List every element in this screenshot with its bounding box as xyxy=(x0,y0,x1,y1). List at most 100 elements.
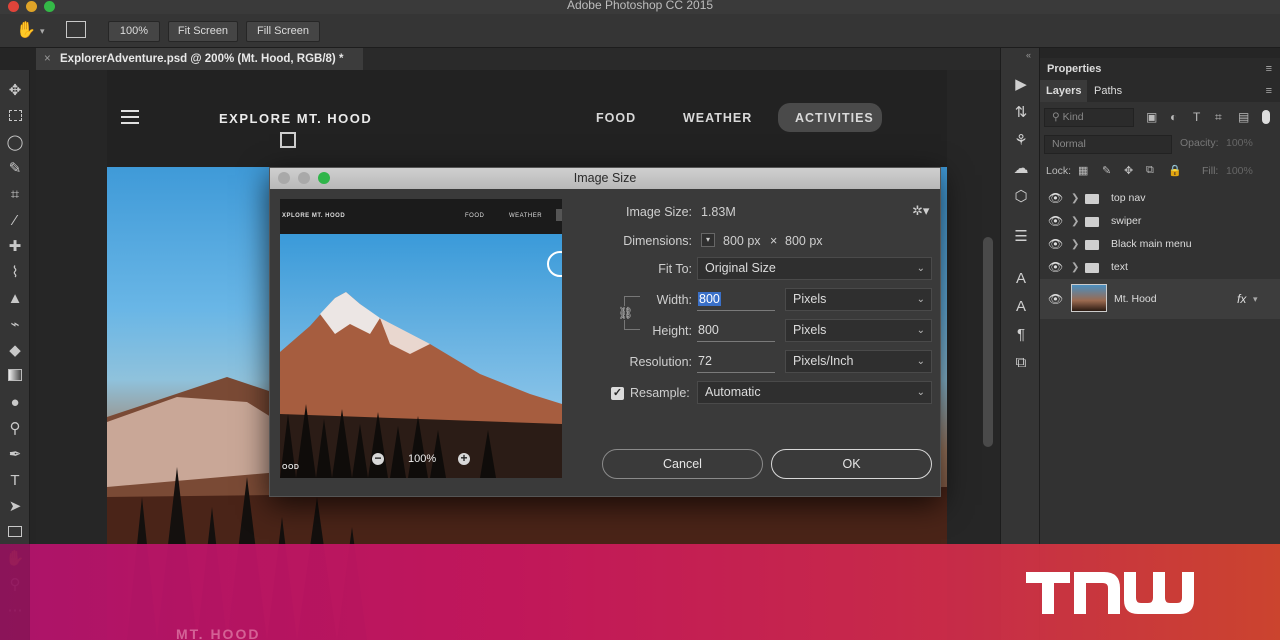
close-window-button[interactable] xyxy=(8,1,19,12)
lock-transparent-icon[interactable]: ▦ xyxy=(1078,164,1088,177)
eye-icon[interactable]: 👁 xyxy=(1048,233,1063,256)
dodge-tool-icon[interactable]: ⚲ xyxy=(4,418,26,440)
dialog-minimize-button[interactable] xyxy=(298,172,310,184)
properties-header[interactable]: Properties ≡ xyxy=(1040,58,1280,80)
resolution-unit-select[interactable]: Pixels/Inch ⌄ xyxy=(785,350,932,373)
pen-tool-icon[interactable]: ✒ xyxy=(4,444,26,466)
chevron-right-icon[interactable]: ❯ xyxy=(1071,210,1079,233)
eyedropper-tool-icon[interactable]: ⁄ xyxy=(4,210,26,232)
fill-screen-button[interactable]: Fill Screen xyxy=(246,21,320,42)
3d-icon[interactable]: ⬡ xyxy=(1010,186,1032,208)
history-icon[interactable]: ⇅ xyxy=(1010,102,1032,124)
dimensions-unit-dropdown-icon[interactable]: ▾ xyxy=(701,233,715,247)
play-action-icon[interactable]: ▶ xyxy=(1010,74,1032,96)
crop-tool-icon[interactable]: ⌗ xyxy=(4,184,26,206)
height-input[interactable]: 800 xyxy=(697,319,775,342)
filter-smart-object-icon[interactable]: ▤ xyxy=(1238,110,1249,124)
chevron-right-icon[interactable]: ❯ xyxy=(1071,233,1079,256)
eye-icon[interactable]: 👁 xyxy=(1048,187,1063,210)
tab-layers[interactable]: Layers xyxy=(1040,80,1088,102)
layer-row[interactable]: 👁 ❯ swiper xyxy=(1040,210,1280,233)
scroll-all-windows-icon[interactable] xyxy=(66,21,86,38)
brush-presets-icon[interactable]: ⚘ xyxy=(1010,130,1032,152)
eraser-tool-icon[interactable]: ◆ xyxy=(4,340,26,362)
filter-type-icon[interactable]: T xyxy=(1193,110,1200,124)
blur-tool-icon[interactable]: ● xyxy=(4,392,26,414)
brush-tool-icon[interactable]: ⌇ xyxy=(4,262,26,284)
chevron-down-icon[interactable]: ▾ xyxy=(40,26,45,37)
chevron-right-icon[interactable]: ❯ xyxy=(1071,256,1079,279)
width-unit-select[interactable]: Pixels ⌄ xyxy=(785,288,932,311)
lock-image-icon[interactable]: ✎ xyxy=(1102,164,1111,177)
link-constrain-icon[interactable]: ⛓ xyxy=(618,306,633,320)
marquee-tool-icon[interactable] xyxy=(4,106,26,128)
gear-icon[interactable]: ✲▾ xyxy=(912,203,929,219)
layer-row[interactable]: 👁 ❯ top nav xyxy=(1040,187,1280,210)
character-icon[interactable]: A xyxy=(1010,268,1032,290)
chevron-down-icon[interactable]: ▾ xyxy=(1253,279,1258,319)
fill-value[interactable]: 100% xyxy=(1226,165,1253,177)
dialog-zoom-button[interactable] xyxy=(318,172,330,184)
filter-adjustment-icon[interactable]: ◐ xyxy=(1170,110,1177,124)
libraries-icon[interactable]: ☁ xyxy=(1010,158,1032,180)
layer-row[interactable]: 👁 ❯ Black main menu xyxy=(1040,233,1280,256)
zoom-in-icon[interactable]: + xyxy=(458,452,470,465)
character-styles-icon[interactable]: A xyxy=(1010,296,1032,318)
chevron-right-icon[interactable]: ❯ xyxy=(1071,187,1079,210)
tab-paths[interactable]: Paths xyxy=(1088,80,1128,102)
eye-icon[interactable]: 👁 xyxy=(1048,256,1063,279)
tnw-logo-icon[interactable] xyxy=(1026,568,1198,614)
glyphs-icon[interactable]: ⧉ xyxy=(1010,352,1032,374)
lasso-tool-icon[interactable]: ◯ xyxy=(4,132,26,154)
eye-icon[interactable]: 👁 xyxy=(1048,210,1063,233)
zoom-out-icon[interactable]: − xyxy=(372,452,384,465)
lock-all-icon[interactable]: 🔒 xyxy=(1168,164,1182,177)
filter-pixel-icon[interactable]: ▣ xyxy=(1146,110,1157,124)
fit-screen-button[interactable]: Fit Screen xyxy=(168,21,238,42)
layer-row[interactable]: 👁 ❯ text xyxy=(1040,256,1280,279)
ok-button[interactable]: OK xyxy=(771,449,932,479)
filter-shape-icon[interactable]: ⌗ xyxy=(1215,110,1222,125)
blend-mode-select[interactable]: Normal xyxy=(1044,135,1172,154)
history-brush-tool-icon[interactable]: ⌁ xyxy=(4,314,26,336)
nav-link-activities[interactable]: ACTIVITIES xyxy=(795,111,874,125)
width-input[interactable]: 800 xyxy=(697,288,775,311)
adjustments-icon[interactable]: ☰ xyxy=(1010,226,1032,248)
zoom-window-button[interactable] xyxy=(44,1,55,12)
vertical-scrollbar[interactable] xyxy=(983,237,993,447)
eye-icon[interactable]: 👁 xyxy=(1048,279,1063,319)
hand-tool-icon[interactable]: ✋ xyxy=(16,20,36,40)
dialog-close-button[interactable] xyxy=(278,172,290,184)
filter-toggle-icon[interactable] xyxy=(1262,110,1270,124)
hamburger-menu-icon[interactable] xyxy=(121,110,139,124)
image-preview[interactable]: XPLORE MT. HOOD FOOD WEATHER OOD − 100% … xyxy=(280,199,562,478)
panel-menu-icon[interactable]: ≡ xyxy=(1266,80,1272,102)
clone-stamp-tool-icon[interactable]: ▲ xyxy=(4,288,26,310)
fit-to-select[interactable]: Original Size ⌄ xyxy=(697,257,932,280)
healing-brush-tool-icon[interactable]: ✚ xyxy=(4,236,26,258)
gradient-tool-icon[interactable] xyxy=(4,366,26,388)
document-tab[interactable]: × ExplorerAdventure.psd @ 200% (Mt. Hood… xyxy=(36,48,363,70)
lock-artboard-icon[interactable]: ⧉ xyxy=(1146,164,1154,177)
minimize-window-button[interactable] xyxy=(26,1,37,12)
resample-select[interactable]: Automatic ⌄ xyxy=(697,381,932,404)
kind-filter-select[interactable]: ⚲ Kind xyxy=(1044,108,1134,127)
zoom-100-button[interactable]: 100% xyxy=(108,21,160,42)
resolution-input[interactable]: 72 xyxy=(697,350,775,373)
move-tool-icon[interactable]: ✥ xyxy=(4,80,26,102)
path-selection-tool-icon[interactable]: ➤ xyxy=(4,496,26,518)
paragraph-icon[interactable]: ¶ xyxy=(1010,324,1032,346)
lock-position-icon[interactable]: ✥ xyxy=(1124,164,1133,177)
rectangle-tool-icon[interactable] xyxy=(4,522,26,544)
opacity-value[interactable]: 100% xyxy=(1226,137,1253,149)
type-tool-icon[interactable]: T xyxy=(4,470,26,492)
resample-checkbox[interactable]: ✓ xyxy=(611,387,624,400)
nav-link-weather[interactable]: WEATHER xyxy=(683,111,752,125)
cancel-button[interactable]: Cancel xyxy=(602,449,763,479)
collapse-panel-icon[interactable]: « xyxy=(1026,50,1031,60)
nav-link-food[interactable]: FOOD xyxy=(596,111,636,125)
layer-effects-icon[interactable]: fx xyxy=(1237,279,1246,319)
panel-menu-icon[interactable]: ≡ xyxy=(1266,58,1272,80)
layer-row-selected[interactable]: 👁 Mt. Hood fx ▾ xyxy=(1040,279,1280,319)
quick-selection-tool-icon[interactable]: ✎ xyxy=(4,158,26,180)
